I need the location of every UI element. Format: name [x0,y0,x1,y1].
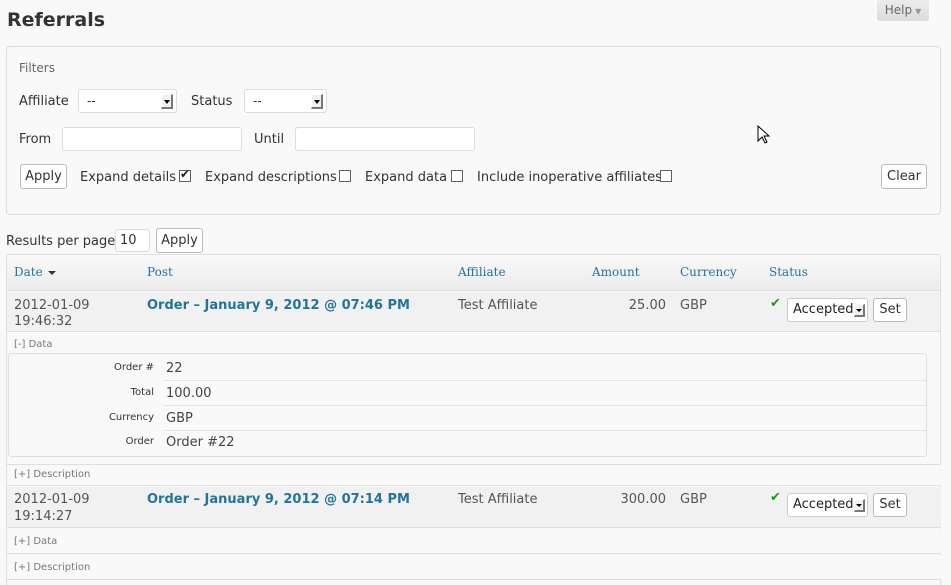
row-date: 2012-01-09 [14,492,90,507]
row-date: 2012-01-09 [14,298,90,313]
order-data-box: Order # 22 Total 100.00 Currency GBP Ord… [8,353,927,457]
data-toggle-row: [-] Data [7,333,940,353]
row-currency: GBP [680,298,707,313]
table-row: 2012-01-09 19:14:27 Order – January 9, 2… [7,487,941,528]
results-per-page-label: Results per page [6,234,116,249]
description-toggle-row: [+] Description [7,555,941,580]
column-post[interactable]: Post [147,265,173,279]
affiliate-label: Affiliate [19,94,69,109]
description-toggle[interactable]: [+] Description [14,469,90,480]
status-label: Status [191,94,233,109]
data-value: 22 [166,361,183,376]
expand-descriptions-label: Expand descriptions [205,170,337,185]
row-time: 19:14:27 [14,509,73,524]
results-apply-button[interactable]: Apply [156,228,203,253]
data-value: 100.00 [166,386,212,401]
row-currency: GBP [680,492,707,507]
status-select-value: -- [253,94,262,108]
data-toggle-row: [+] Data [7,529,941,554]
triangle-down-icon: ▼ [915,7,922,16]
mouse-cursor-icon [757,125,771,144]
from-label: From [19,132,52,147]
dropdown-arrow-icon [854,499,865,512]
filters-clear-button[interactable]: Clear [881,164,927,189]
help-button[interactable]: Help ▼ [877,0,929,21]
filters-title: Filters [19,61,55,75]
column-affiliate[interactable]: Affiliate [458,265,506,279]
data-key: Currency [108,412,154,423]
column-amount[interactable]: Amount [592,265,640,279]
expand-details-checkbox[interactable] [179,167,191,182]
dropdown-arrow-icon [161,94,173,109]
until-label: Until [254,132,285,147]
row-status-value: Accepted [793,302,854,317]
filters-apply-button[interactable]: Apply [20,164,67,189]
row-affiliate: Test Affiliate [458,298,538,313]
row-time: 19:46:32 [14,314,73,329]
data-row: Order Order #22 [9,430,926,455]
row-affiliate: Test Affiliate [458,492,538,507]
row-post-link[interactable]: Order – January 9, 2012 @ 07:46 PM [147,298,410,313]
data-key: Order [125,436,154,447]
page-title: Referrals [7,9,106,31]
data-toggle[interactable]: [-] Data [14,339,52,350]
column-status[interactable]: Status [769,265,808,279]
data-key: Order # [114,362,154,373]
data-toggle[interactable]: [+] Data [14,536,57,547]
data-row: Currency GBP [9,406,926,431]
row-status-value: Accepted [793,497,854,512]
affiliate-select[interactable]: -- [78,89,177,113]
row-status-select[interactable]: Accepted [787,493,868,517]
expand-descriptions-checkbox[interactable] [339,170,351,182]
table-header: Date Post Affiliate Amount Currency Stat… [7,255,940,291]
filters-panel: Filters Affiliate -- Status -- From Unti… [6,46,941,215]
include-inoperative-label: Include inoperative affiliates [477,170,662,185]
dropdown-arrow-icon [854,304,865,317]
row-set-button[interactable]: Set [873,298,907,322]
help-label: Help [884,3,913,17]
include-inoperative-checkbox[interactable] [660,170,672,182]
row-amount: 300.00 [620,492,667,507]
description-toggle[interactable]: [+] Description [14,562,90,573]
order-link[interactable]: Order #22 [166,435,235,450]
affiliate-select-value: -- [87,94,96,108]
row-amount: 25.00 [628,298,666,313]
expand-data-label: Expand data [365,170,448,185]
accepted-check-icon: ✔ [770,490,781,505]
data-row: Order # 22 [9,356,926,381]
expand-details-label: Expand details [80,170,177,185]
row-status-select[interactable]: Accepted [787,298,868,322]
description-toggle-row: [+] Description [7,464,941,486]
status-select[interactable]: -- [244,89,327,113]
column-currency[interactable]: Currency [680,265,737,279]
table-row: 2012-01-09 19:46:32 Order – January 9, 2… [7,292,940,332]
accepted-check-icon: ✔ [770,296,781,311]
from-date-input[interactable] [62,127,242,151]
sort-desc-icon [47,270,56,275]
data-key: Total [130,387,154,398]
row-post-link[interactable]: Order – January 9, 2012 @ 07:14 PM [147,492,410,507]
row-set-button[interactable]: Set [873,493,907,517]
expand-data-checkbox[interactable] [451,170,463,182]
column-date[interactable]: Date [14,265,56,279]
column-date-label: Date [14,265,43,279]
dropdown-arrow-icon [311,94,323,109]
data-row: Total 100.00 [9,381,926,406]
results-per-page-input[interactable]: 10 [115,229,150,252]
until-date-input[interactable] [295,127,475,151]
data-value: GBP [166,411,193,426]
